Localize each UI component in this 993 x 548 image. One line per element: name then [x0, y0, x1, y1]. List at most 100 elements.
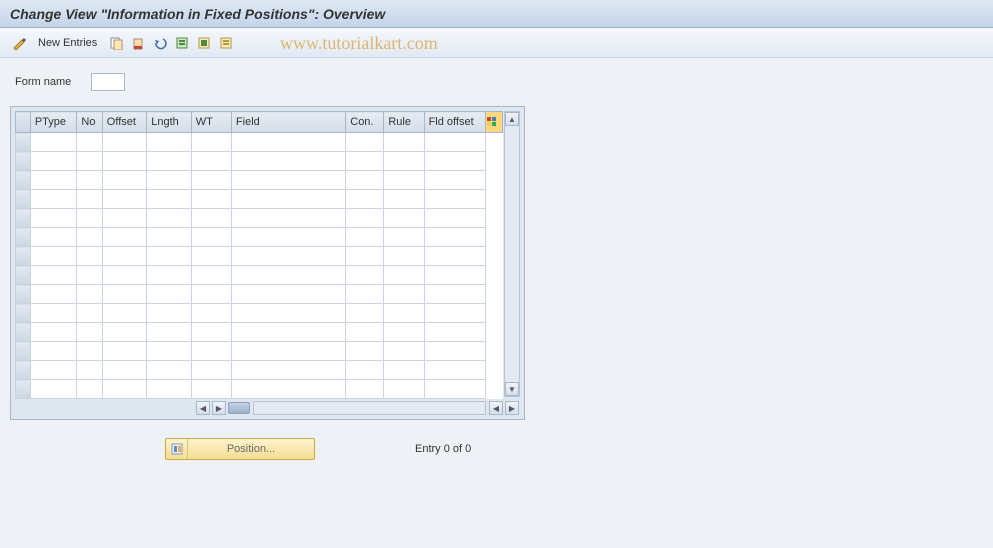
table-cell[interactable]: [191, 228, 231, 247]
table-cell[interactable]: [384, 342, 424, 361]
toggle-display-change-icon[interactable]: [10, 34, 28, 52]
table-cell[interactable]: [147, 152, 191, 171]
table-cell[interactable]: [77, 228, 102, 247]
table-cell[interactable]: [191, 285, 231, 304]
table-cell[interactable]: [231, 190, 345, 209]
table-cell[interactable]: [191, 152, 231, 171]
table-cell[interactable]: [30, 190, 77, 209]
table-cell[interactable]: [384, 190, 424, 209]
table-cell[interactable]: [231, 228, 345, 247]
table-cell[interactable]: [30, 171, 77, 190]
table-cell[interactable]: [30, 209, 77, 228]
row-selector[interactable]: [16, 361, 31, 380]
table-cell[interactable]: [231, 361, 345, 380]
row-selector[interactable]: [16, 152, 31, 171]
table-cell[interactable]: [424, 342, 485, 361]
row-selector[interactable]: [16, 304, 31, 323]
table-cell[interactable]: [346, 171, 384, 190]
row-selector-header[interactable]: [16, 112, 31, 133]
table-cell[interactable]: [231, 266, 345, 285]
table-cell[interactable]: [191, 266, 231, 285]
deselect-all-icon[interactable]: [217, 34, 235, 52]
table-cell[interactable]: [346, 361, 384, 380]
table-cell[interactable]: [191, 171, 231, 190]
row-selector[interactable]: [16, 380, 31, 399]
row-selector[interactable]: [16, 190, 31, 209]
table-cell[interactable]: [102, 228, 146, 247]
table-cell[interactable]: [102, 285, 146, 304]
table-cell[interactable]: [384, 266, 424, 285]
table-cell[interactable]: [384, 228, 424, 247]
row-selector[interactable]: [16, 171, 31, 190]
table-cell[interactable]: [191, 190, 231, 209]
table-cell[interactable]: [231, 133, 345, 152]
table-cell[interactable]: [30, 380, 77, 399]
table-cell[interactable]: [77, 380, 102, 399]
scroll-left-button[interactable]: ◀: [196, 401, 210, 415]
table-cell[interactable]: [77, 152, 102, 171]
table-cell[interactable]: [30, 152, 77, 171]
table-cell[interactable]: [384, 323, 424, 342]
table-cell[interactable]: [384, 133, 424, 152]
hscroll-track[interactable]: [253, 401, 486, 415]
table-cell[interactable]: [231, 247, 345, 266]
table-cell[interactable]: [231, 304, 345, 323]
table-cell[interactable]: [191, 209, 231, 228]
row-selector[interactable]: [16, 228, 31, 247]
scroll-right-end-button[interactable]: ▶: [505, 401, 519, 415]
table-cell[interactable]: [346, 190, 384, 209]
table-cell[interactable]: [346, 380, 384, 399]
table-row[interactable]: [16, 342, 503, 361]
table-cell[interactable]: [30, 285, 77, 304]
table-cell[interactable]: [424, 190, 485, 209]
table-cell[interactable]: [30, 247, 77, 266]
scroll-up-button[interactable]: ▲: [505, 112, 519, 126]
table-cell[interactable]: [231, 152, 345, 171]
scroll-right-button[interactable]: ▶: [212, 401, 226, 415]
table-cell[interactable]: [147, 323, 191, 342]
table-cell[interactable]: [147, 133, 191, 152]
scroll-down-button[interactable]: ▼: [505, 382, 519, 396]
table-cell[interactable]: [102, 323, 146, 342]
table-cell[interactable]: [102, 133, 146, 152]
table-cell[interactable]: [346, 266, 384, 285]
table-row[interactable]: [16, 266, 503, 285]
table-cell[interactable]: [346, 247, 384, 266]
table-cell[interactable]: [384, 209, 424, 228]
col-ptype[interactable]: PType: [30, 112, 77, 133]
table-cell[interactable]: [384, 152, 424, 171]
col-fld-offset[interactable]: Fld offset: [424, 112, 485, 133]
row-selector[interactable]: [16, 285, 31, 304]
select-block-icon[interactable]: [195, 34, 213, 52]
table-cell[interactable]: [231, 171, 345, 190]
table-cell[interactable]: [424, 247, 485, 266]
table-cell[interactable]: [384, 361, 424, 380]
table-cell[interactable]: [77, 323, 102, 342]
col-offset[interactable]: Offset: [102, 112, 146, 133]
col-field[interactable]: Field: [231, 112, 345, 133]
col-con[interactable]: Con.: [346, 112, 384, 133]
table-cell[interactable]: [77, 342, 102, 361]
vertical-scrollbar[interactable]: ▲ ▼: [504, 111, 520, 397]
table-cell[interactable]: [147, 342, 191, 361]
table-row[interactable]: [16, 380, 503, 399]
table-cell[interactable]: [424, 361, 485, 380]
table-cell[interactable]: [191, 361, 231, 380]
row-selector[interactable]: [16, 342, 31, 361]
table-cell[interactable]: [77, 304, 102, 323]
table-cell[interactable]: [346, 152, 384, 171]
table-cell[interactable]: [30, 323, 77, 342]
col-length[interactable]: Lngth: [147, 112, 191, 133]
table-cell[interactable]: [102, 209, 146, 228]
table-cell[interactable]: [424, 266, 485, 285]
row-selector[interactable]: [16, 247, 31, 266]
table-cell[interactable]: [147, 190, 191, 209]
table-cell[interactable]: [30, 133, 77, 152]
col-rule[interactable]: Rule: [384, 112, 424, 133]
table-row[interactable]: [16, 209, 503, 228]
table-cell[interactable]: [231, 285, 345, 304]
table-row[interactable]: [16, 152, 503, 171]
table-cell[interactable]: [77, 285, 102, 304]
hscroll-thumb[interactable]: [228, 402, 250, 414]
table-cell[interactable]: [346, 209, 384, 228]
